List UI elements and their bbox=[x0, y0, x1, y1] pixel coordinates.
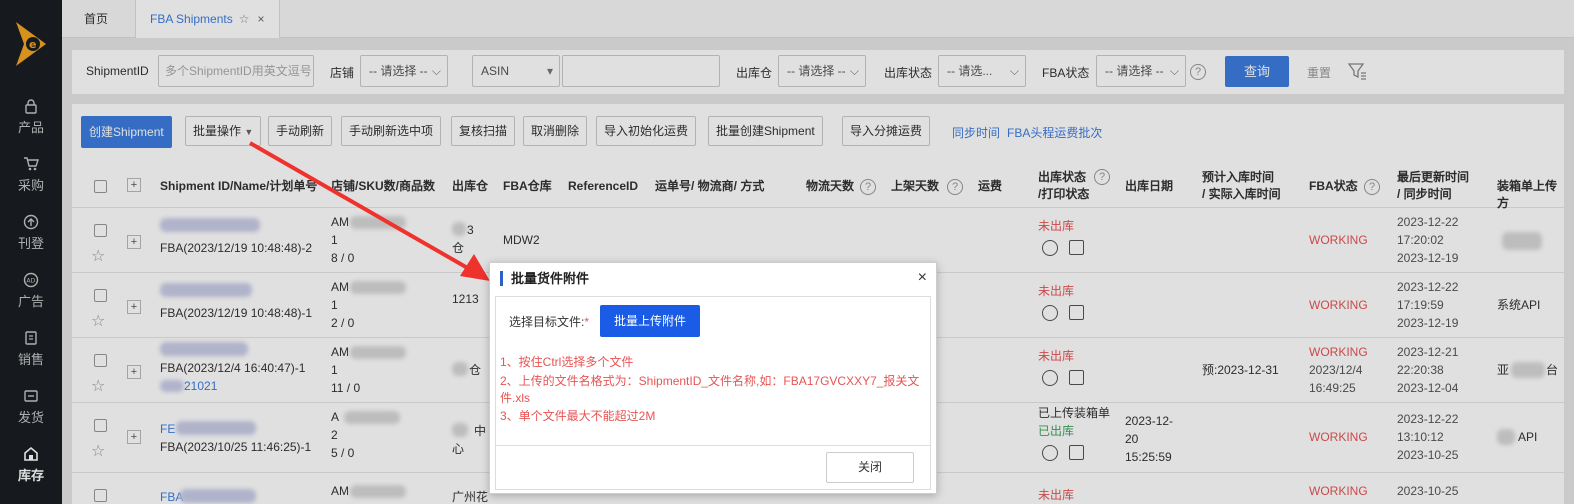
close-button[interactable]: 关闭 bbox=[826, 452, 914, 483]
hint-3: 3、单个文件最大不能超过2M bbox=[500, 409, 656, 423]
hint-2: 2、上传的文件名格式为：ShipmentID_文件名称,如：FBA17GVCXX… bbox=[500, 374, 920, 388]
hint-1: 1、按住Ctrl选择多个文件 bbox=[500, 355, 634, 369]
hint-2-cont: 件.xls bbox=[500, 391, 531, 405]
batch-upload-button[interactable]: 批量上传附件 bbox=[600, 305, 700, 337]
target-file-label: 选择目标文件:* bbox=[509, 314, 589, 331]
batch-attachment-dialog: 批量货件附件 × 选择目标文件:* 批量上传附件 1、按住Ctrl选择多个文件 … bbox=[489, 262, 937, 494]
dialog-title: 批量货件附件 bbox=[500, 271, 589, 286]
close-icon[interactable]: × bbox=[918, 269, 927, 287]
dialog-body: 选择目标文件:* 批量上传附件 1、按住Ctrl选择多个文件 2、上传的文件名格… bbox=[495, 296, 931, 446]
required-mark: * bbox=[584, 315, 590, 329]
dialog-footer: 关闭 bbox=[495, 446, 931, 490]
target-file-label-text: 选择目标文件: bbox=[509, 315, 585, 329]
